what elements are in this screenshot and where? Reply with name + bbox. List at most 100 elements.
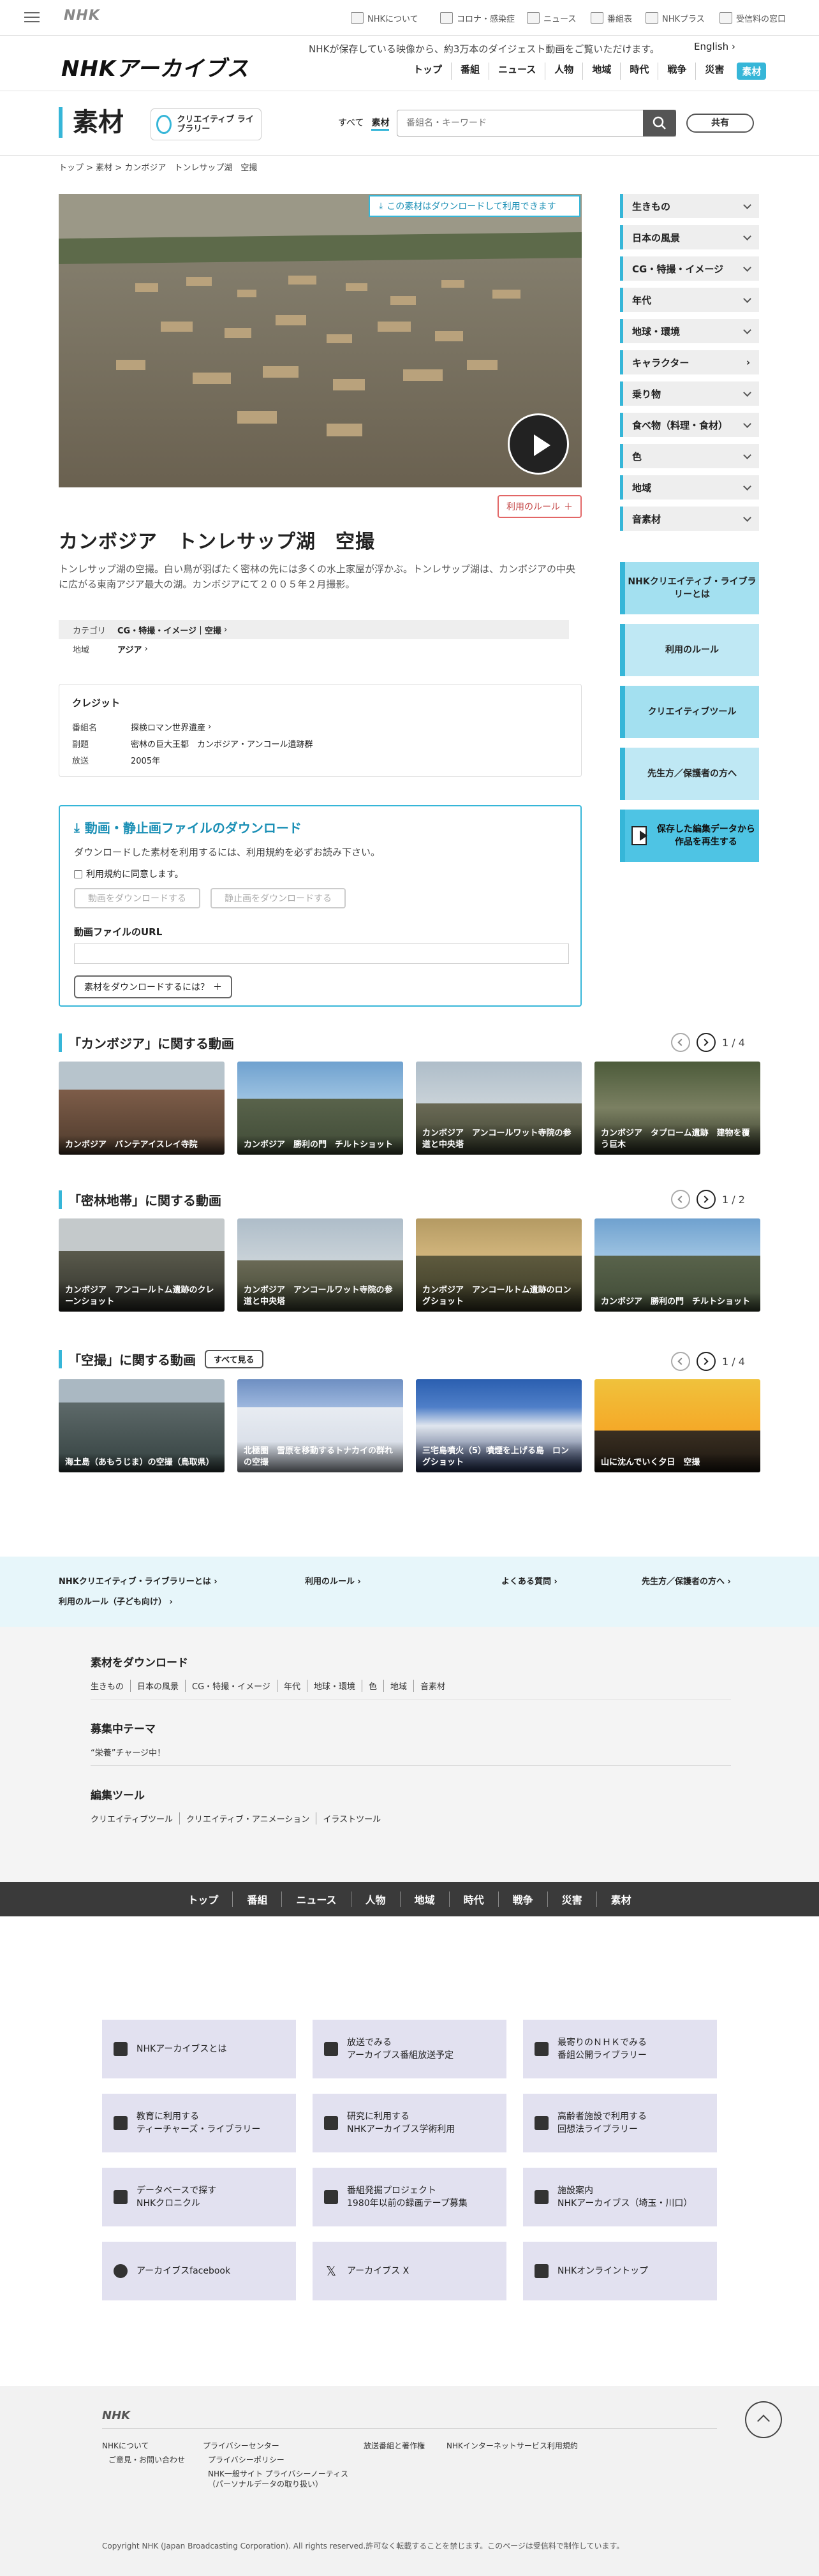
nav-material[interactable]: 素材 — [737, 63, 767, 80]
tile-facility[interactable]: 施設案内 NHKアーカイブス（埼玉・川口） — [523, 2168, 717, 2226]
footer-link[interactable]: プライバシーポリシー — [208, 2455, 284, 2465]
search-button[interactable] — [643, 110, 676, 137]
video-card[interactable]: 海土島（あもうじま）の空撮（鳥取県） — [59, 1379, 225, 1472]
tile-library[interactable]: 最寄りのＮＨＫでみる 番組公開ライブラリー — [523, 2020, 717, 2078]
promo-tools[interactable]: クリエイティブツール — [620, 686, 759, 738]
promo-about[interactable]: NHKクリエイティブ・ライブラリーとは — [620, 562, 759, 614]
region-link[interactable]: アジア — [117, 643, 142, 655]
video-card[interactable]: カンボジア 勝利の門 チルトショット — [237, 1062, 403, 1155]
search-tab-all[interactable]: すべて — [338, 116, 364, 131]
footer-nhk-logo[interactable]: NHK — [102, 2409, 130, 2422]
topbar-link-fee[interactable]: 受信料の窓口 — [719, 10, 786, 26]
usage-rule-button[interactable]: 利用のルール＋ — [498, 495, 582, 518]
how-to-download-button[interactable]: 素材をダウンロードするには？＋ — [74, 975, 232, 998]
video-card[interactable]: カンボジア アンコールトム遺跡のクレーンショット — [59, 1218, 225, 1312]
tile-elderly[interactable]: 高齢者施設で利用する 回想法ライブラリー — [523, 2094, 717, 2152]
nav-top[interactable]: トップ — [404, 63, 451, 80]
tile-online[interactable]: NHKオンライントップ — [523, 2242, 717, 2300]
breadcrumb[interactable]: トップ > 素材 > カンボジア トンレサップ湖 空撮 — [59, 161, 257, 173]
share-button[interactable]: 共有 — [686, 114, 754, 133]
footer-link-faq[interactable]: よくある質問 › — [501, 1574, 557, 1587]
sidebar-accordion-color[interactable]: 色 — [620, 444, 759, 468]
nav-program[interactable]: 番組 — [451, 63, 489, 80]
back-to-top-button[interactable] — [745, 2401, 782, 2438]
sidebar-accordion-era[interactable]: 年代 — [620, 288, 759, 312]
footer-item[interactable]: “栄養”チャージ中！ — [91, 1746, 172, 1758]
footer-link-teachers[interactable]: 先生方／保護者の方へ › — [642, 1574, 731, 1587]
dark-nav-item[interactable]: 地域 — [399, 1891, 449, 1907]
dark-nav-item[interactable]: トップ — [173, 1891, 232, 1907]
dark-nav-item[interactable]: 時代 — [448, 1891, 498, 1907]
tile-x[interactable]: 𝕏 アーカイブス X — [313, 2242, 506, 2300]
topbar-link-about[interactable]: NHKについて — [351, 10, 418, 26]
nav-news[interactable]: ニュース — [489, 63, 545, 80]
promo-rules[interactable]: 利用のルール — [620, 624, 759, 676]
topbar-link-plus[interactable]: NHKプラス — [646, 10, 705, 26]
video-card[interactable]: カンボジア アンコールワット寺院の参道と中央塔 — [237, 1218, 403, 1312]
footer-item[interactable]: 色 — [361, 1680, 383, 1692]
dark-nav-item[interactable]: 番組 — [232, 1891, 281, 1907]
play-button[interactable] — [508, 413, 569, 475]
agree-checkbox[interactable]: 利用規約に同意します。 — [74, 868, 566, 880]
footer-item[interactable]: 年代 — [276, 1680, 307, 1692]
sidebar-accordion-scenery[interactable]: 日本の風景 — [620, 225, 759, 249]
footer-link[interactable]: NHK一般サイト プライバシーノーティス — [208, 2469, 348, 2479]
video-card[interactable]: 山に沈んでいく夕日 空撮 — [594, 1379, 760, 1472]
tile-discovery[interactable]: 番組発掘プロジェクト 1980年以前の録画テープ募集 — [313, 2168, 506, 2226]
next-button[interactable] — [697, 1190, 716, 1209]
footer-item[interactable]: クリエイティブツール — [91, 1812, 179, 1825]
sidebar-accordion-sound[interactable]: 音素材 — [620, 507, 759, 531]
video-card[interactable]: カンボジア アンコールトム遺跡のロングショット — [416, 1218, 582, 1312]
footer-item[interactable]: 地域 — [383, 1680, 413, 1692]
search-input[interactable] — [397, 110, 675, 136]
next-button[interactable] — [697, 1352, 716, 1371]
sidebar-item-character[interactable]: キャラクター › — [620, 350, 759, 374]
download-video-button[interactable]: 動画をダウンロードする — [74, 888, 200, 908]
sidebar-accordion-region[interactable]: 地域 — [620, 475, 759, 500]
video-card[interactable]: カンボジア アンコールワット寺院の参道と中央塔 — [416, 1062, 582, 1155]
promo-play-saved[interactable]: 保存した編集データから作品を再生する — [620, 810, 759, 862]
tile-research[interactable]: 研究に利用する NHKアーカイブス学術利用 — [313, 2094, 506, 2152]
footer-item[interactable]: クリエイティブ・アニメーション — [179, 1812, 316, 1825]
footer-item[interactable]: 日本の風景 — [130, 1680, 185, 1692]
tile-facebook[interactable]: アーカイブスfacebook — [102, 2242, 296, 2300]
prev-button[interactable] — [671, 1033, 690, 1052]
footer-item[interactable]: CG・特撮・イメージ — [185, 1680, 277, 1692]
sidebar-accordion-food[interactable]: 食べ物（料理・食材） — [620, 413, 759, 437]
nav-war[interactable]: 戦争 — [658, 63, 695, 80]
topbar-link-corona[interactable]: コロナ・感染症 — [440, 10, 515, 26]
footer-link[interactable]: ご意見・お問い合わせ — [108, 2455, 185, 2465]
footer-link-about[interactable]: NHKクリエイティブ・ライブラリーとは › — [59, 1574, 218, 1587]
nav-region[interactable]: 地域 — [582, 63, 620, 80]
promo-teachers[interactable]: 先生方／保護者の方へ — [620, 748, 759, 800]
sidebar-accordion-earth[interactable]: 地球・環境 — [620, 319, 759, 343]
next-button[interactable] — [697, 1033, 716, 1052]
footer-link[interactable]: プライバシーセンター — [203, 2441, 279, 2451]
topbar-link-schedule[interactable]: 番組表 — [591, 10, 632, 26]
video-card[interactable]: 三宅島噴火（5）噴煙を上げる島 ロングショット — [416, 1379, 582, 1472]
tile-archives-about[interactable]: NHKアーカイブスとは — [102, 2020, 296, 2078]
dark-nav-item[interactable]: 素材 — [596, 1891, 646, 1907]
tile-chronicle[interactable]: データベースで探す NHKクロニクル — [102, 2168, 296, 2226]
topbar-link-news[interactable]: ニュース — [527, 10, 576, 26]
footer-link-rules[interactable]: 利用のルール › — [305, 1574, 361, 1587]
tile-broadcast[interactable]: 放送でみる アーカイブス番組放送予定 — [313, 2020, 506, 2078]
footer-link[interactable]: NHKについて — [102, 2441, 149, 2451]
category-link[interactable]: CG・特撮・イメージ｜空撮 — [117, 624, 221, 636]
language-link[interactable]: English › — [694, 41, 735, 52]
sidebar-accordion-creatures[interactable]: 生きもの — [620, 194, 759, 218]
video-card[interactable]: カンボジア 勝利の門 チルトショット — [594, 1218, 760, 1312]
footer-link[interactable]: NHKインターネットサービス利用規約 — [446, 2441, 578, 2451]
video-card[interactable]: カンボジア タプローム遺跡 建物を覆う巨木 — [594, 1062, 760, 1155]
creative-library-logo[interactable]: クリエイティブ ライブラリー — [151, 108, 262, 140]
archives-logo[interactable]: NHKアーカイブス — [61, 51, 249, 82]
tile-teachers[interactable]: 教育に利用する ティーチャーズ・ライブラリー — [102, 2094, 296, 2152]
nhk-logo[interactable]: NHK — [64, 8, 100, 24]
video-card[interactable]: カンボジア バンテアイスレイ寺院 — [59, 1062, 225, 1155]
program-link[interactable]: 探検ロマン世界遺産 — [131, 721, 205, 733]
footer-item[interactable]: イラストツール — [316, 1812, 387, 1825]
footer-item[interactable]: 地球・環境 — [306, 1680, 362, 1692]
dark-nav-item[interactable]: 人物 — [350, 1891, 400, 1907]
video-card[interactable]: 北極圏 雪原を移動するトナカイの群れの空撮 — [237, 1379, 403, 1472]
download-still-button[interactable]: 静止画をダウンロードする — [210, 888, 346, 908]
